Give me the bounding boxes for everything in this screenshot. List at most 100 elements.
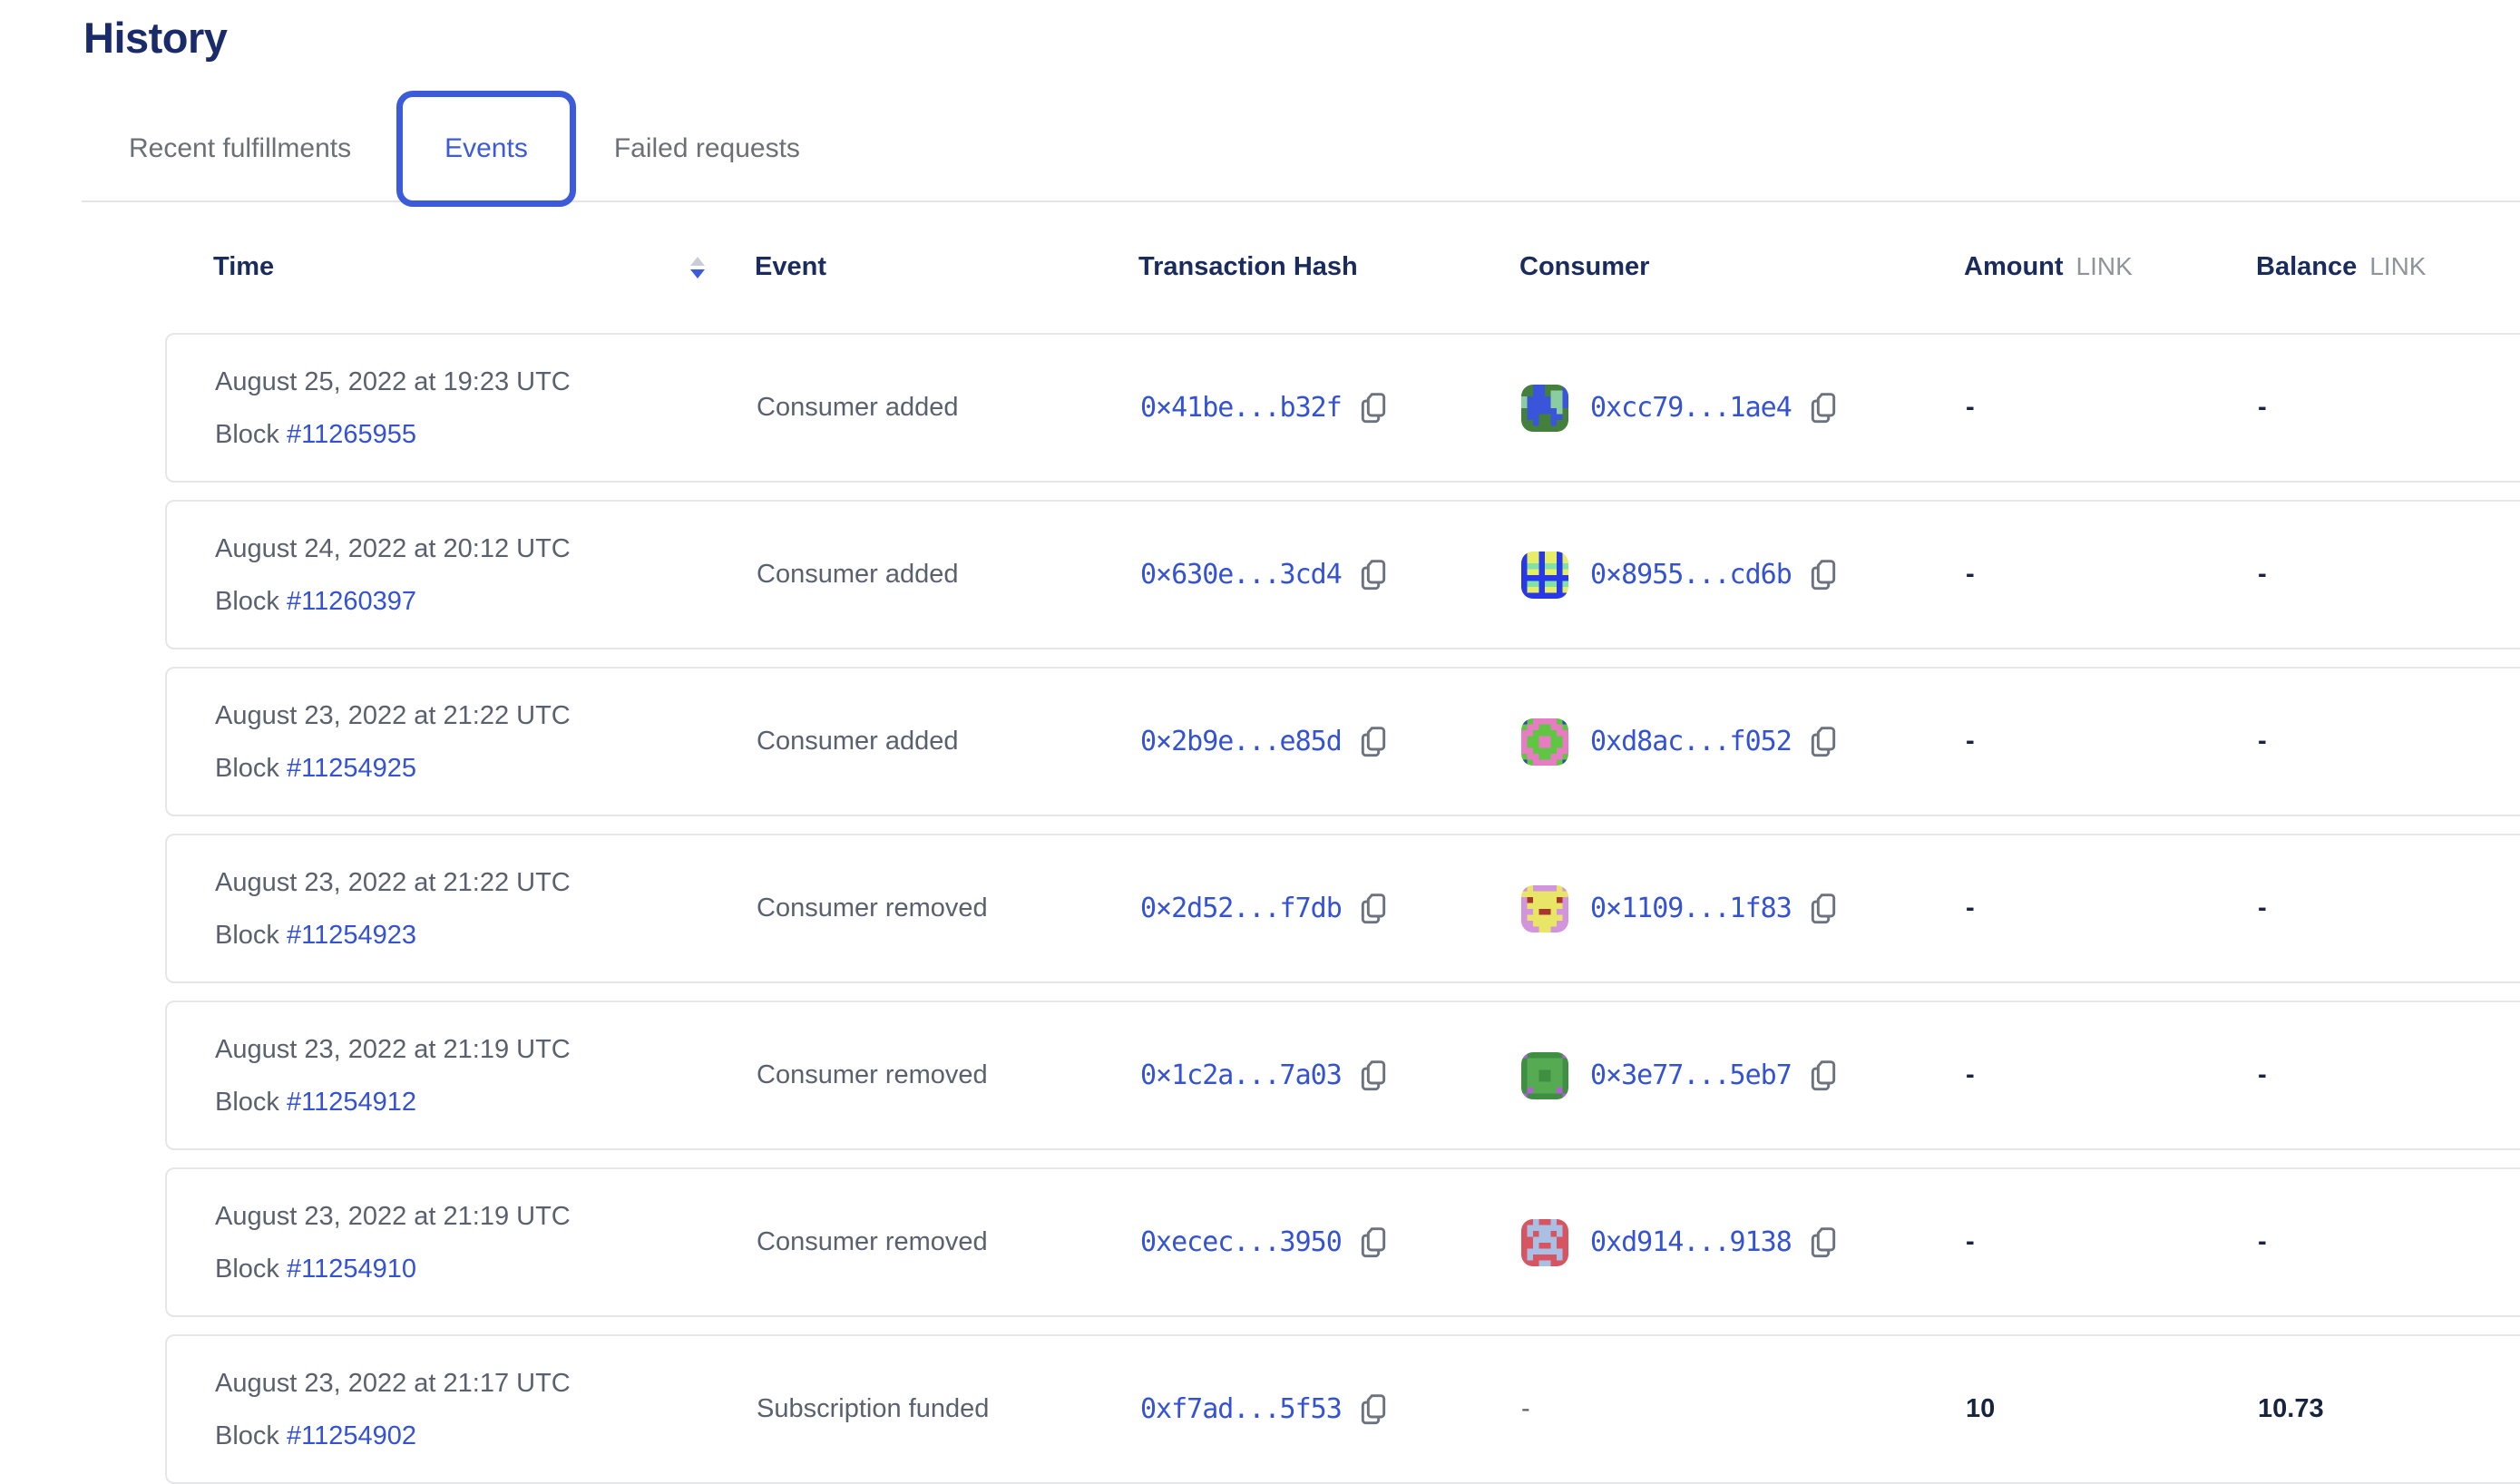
copy-pages-icon (1358, 726, 1387, 758)
block-line: Block #11265955 (215, 419, 757, 450)
column-header-balance: BalanceLINK (2256, 252, 2520, 282)
consumer-avatar (1521, 718, 1568, 766)
table-row: August 23, 2022 at 21:22 UTC Block #1125… (165, 834, 2520, 983)
consumer-avatar (1521, 552, 1568, 599)
column-header-time[interactable]: Time (213, 252, 755, 282)
consumer-avatar (1521, 1052, 1568, 1099)
event-date: August 23, 2022 at 21:19 UTC (215, 1034, 757, 1065)
consumer-cell: - (1521, 1394, 1966, 1424)
amount-cell: - (1966, 1060, 2258, 1090)
table-row: August 23, 2022 at 21:19 UTC Block #1125… (165, 1001, 2520, 1150)
block-label: Block (215, 1421, 279, 1450)
copy-pages-icon (1808, 1226, 1837, 1259)
transaction-hash-link[interactable]: 0×1c2a...7a03 (1140, 1059, 1342, 1091)
copy-pages-icon (1808, 1059, 1837, 1092)
consumer-cell: 0xd8ac...f052 (1521, 718, 1966, 766)
copy-icon[interactable] (1808, 1226, 1837, 1259)
copy-icon[interactable] (1808, 893, 1837, 925)
block-link[interactable]: #11254902 (287, 1421, 416, 1450)
event-date: August 23, 2022 at 21:22 UTC (215, 867, 757, 898)
table-header: Time Event Transaction Hash Consumer Amo… (165, 207, 2520, 333)
transaction-hash-cell: 0×2d52...f7db (1140, 893, 1521, 925)
table-row: August 23, 2022 at 21:17 UTC Block #1125… (165, 1334, 2520, 1484)
amount-header-label: Amount (1964, 252, 2064, 281)
block-link[interactable]: #11265955 (287, 420, 416, 449)
consumer-cell: 0xcc79...1ae4 (1521, 385, 1966, 432)
consumer-cell: 0xd914...9138 (1521, 1219, 1966, 1266)
block-label: Block (215, 587, 279, 616)
copy-icon[interactable] (1808, 559, 1837, 591)
time-cell: August 23, 2022 at 21:17 UTC Block #1125… (215, 1368, 757, 1451)
consumer-address-link[interactable]: 0xd8ac...f052 (1590, 726, 1792, 757)
column-header-amount: Amount LINK (1964, 252, 2256, 282)
column-header-event: Event (755, 252, 1138, 282)
transaction-hash-cell: 0×1c2a...7a03 (1140, 1059, 1521, 1092)
block-link[interactable]: #11260397 (287, 587, 416, 616)
event-cell: Consumer added (757, 727, 1140, 757)
amount-cell: - (1966, 893, 2258, 923)
tab-bar: Recent fulfillments Events Failed reques… (83, 91, 2520, 207)
transaction-hash-link[interactable]: 0×630e...3cd4 (1140, 559, 1342, 591)
copy-icon[interactable] (1358, 1226, 1387, 1259)
transaction-hash-link[interactable]: 0xecec...3950 (1140, 1226, 1342, 1258)
column-header-consumer: Consumer (1519, 252, 1964, 282)
block-label: Block (215, 754, 279, 783)
copy-icon[interactable] (1808, 726, 1837, 758)
transaction-hash-link[interactable]: 0×41be...b32f (1140, 392, 1342, 424)
consumer-address-link[interactable]: 0×3e77...5eb7 (1590, 1059, 1792, 1091)
sort-desc-icon[interactable] (690, 257, 705, 278)
sort-up-arrow-icon (690, 257, 705, 266)
column-header-transaction-hash: Transaction Hash (1138, 252, 1519, 282)
block-line: Block #11254923 (215, 920, 757, 951)
amount-unit-label: LINK (2076, 252, 2133, 280)
tab-events[interactable]: Events (396, 91, 576, 207)
block-label: Block (215, 921, 279, 950)
copy-icon[interactable] (1358, 893, 1387, 925)
copy-pages-icon (1358, 1226, 1387, 1259)
tab-recent-fulfillments[interactable]: Recent fulfillments (129, 133, 351, 164)
copy-pages-icon (1808, 559, 1837, 591)
block-link[interactable]: #11254912 (287, 1088, 416, 1117)
table-row: August 23, 2022 at 21:19 UTC Block #1125… (165, 1167, 2520, 1317)
block-label: Block (215, 1255, 279, 1284)
consumer-address-link[interactable]: 0xcc79...1ae4 (1590, 392, 1792, 424)
consumer-avatar (1521, 1219, 1568, 1266)
events-table-body: August 25, 2022 at 19:23 UTC Block #1126… (165, 333, 2520, 1484)
copy-icon[interactable] (1358, 726, 1387, 758)
copy-icon[interactable] (1358, 559, 1387, 591)
tab-failed-requests[interactable]: Failed requests (614, 133, 800, 164)
event-date: August 23, 2022 at 21:17 UTC (215, 1368, 757, 1399)
transaction-hash-cell: 0×41be...b32f (1140, 392, 1521, 425)
transaction-hash-link[interactable]: 0×2b9e...e85d (1140, 726, 1342, 757)
amount-cell: - (1966, 727, 2258, 757)
amount-cell: - (1966, 393, 2258, 423)
copy-pages-icon (1808, 392, 1837, 425)
consumer-avatar (1521, 885, 1568, 932)
block-line: Block #11254902 (215, 1421, 757, 1451)
copy-icon[interactable] (1358, 1393, 1387, 1426)
time-cell: August 23, 2022 at 21:22 UTC Block #1125… (215, 700, 757, 784)
transaction-hash-link[interactable]: 0xf7ad...5f53 (1140, 1393, 1342, 1425)
time-header-label: Time (213, 252, 274, 282)
block-line: Block #11254925 (215, 753, 757, 784)
block-link[interactable]: #11254925 (287, 754, 416, 783)
event-cell: Consumer removed (757, 1060, 1140, 1090)
consumer-avatar (1521, 385, 1568, 432)
history-page: History Recent fulfillments Events Faile… (0, 0, 2520, 1484)
copy-icon[interactable] (1358, 1059, 1387, 1092)
transaction-hash-link[interactable]: 0×2d52...f7db (1140, 893, 1342, 924)
copy-pages-icon (1358, 1393, 1387, 1426)
balance-cell: - (2258, 560, 2520, 590)
consumer-address-link[interactable]: 0xd914...9138 (1590, 1226, 1792, 1258)
consumer-address-link[interactable]: 0×1109...1f83 (1590, 893, 1792, 924)
consumer-cell: 0×1109...1f83 (1521, 885, 1966, 932)
consumer-address-link[interactable]: 0×8955...cd6b (1590, 559, 1792, 591)
copy-icon[interactable] (1808, 1059, 1837, 1092)
block-link[interactable]: #11254923 (287, 921, 416, 950)
block-label: Block (215, 420, 279, 449)
block-link[interactable]: #11254910 (287, 1255, 416, 1284)
copy-icon[interactable] (1808, 392, 1837, 425)
copy-icon[interactable] (1358, 392, 1387, 425)
time-cell: August 23, 2022 at 21:19 UTC Block #1125… (215, 1034, 757, 1118)
event-date: August 23, 2022 at 21:22 UTC (215, 700, 757, 731)
